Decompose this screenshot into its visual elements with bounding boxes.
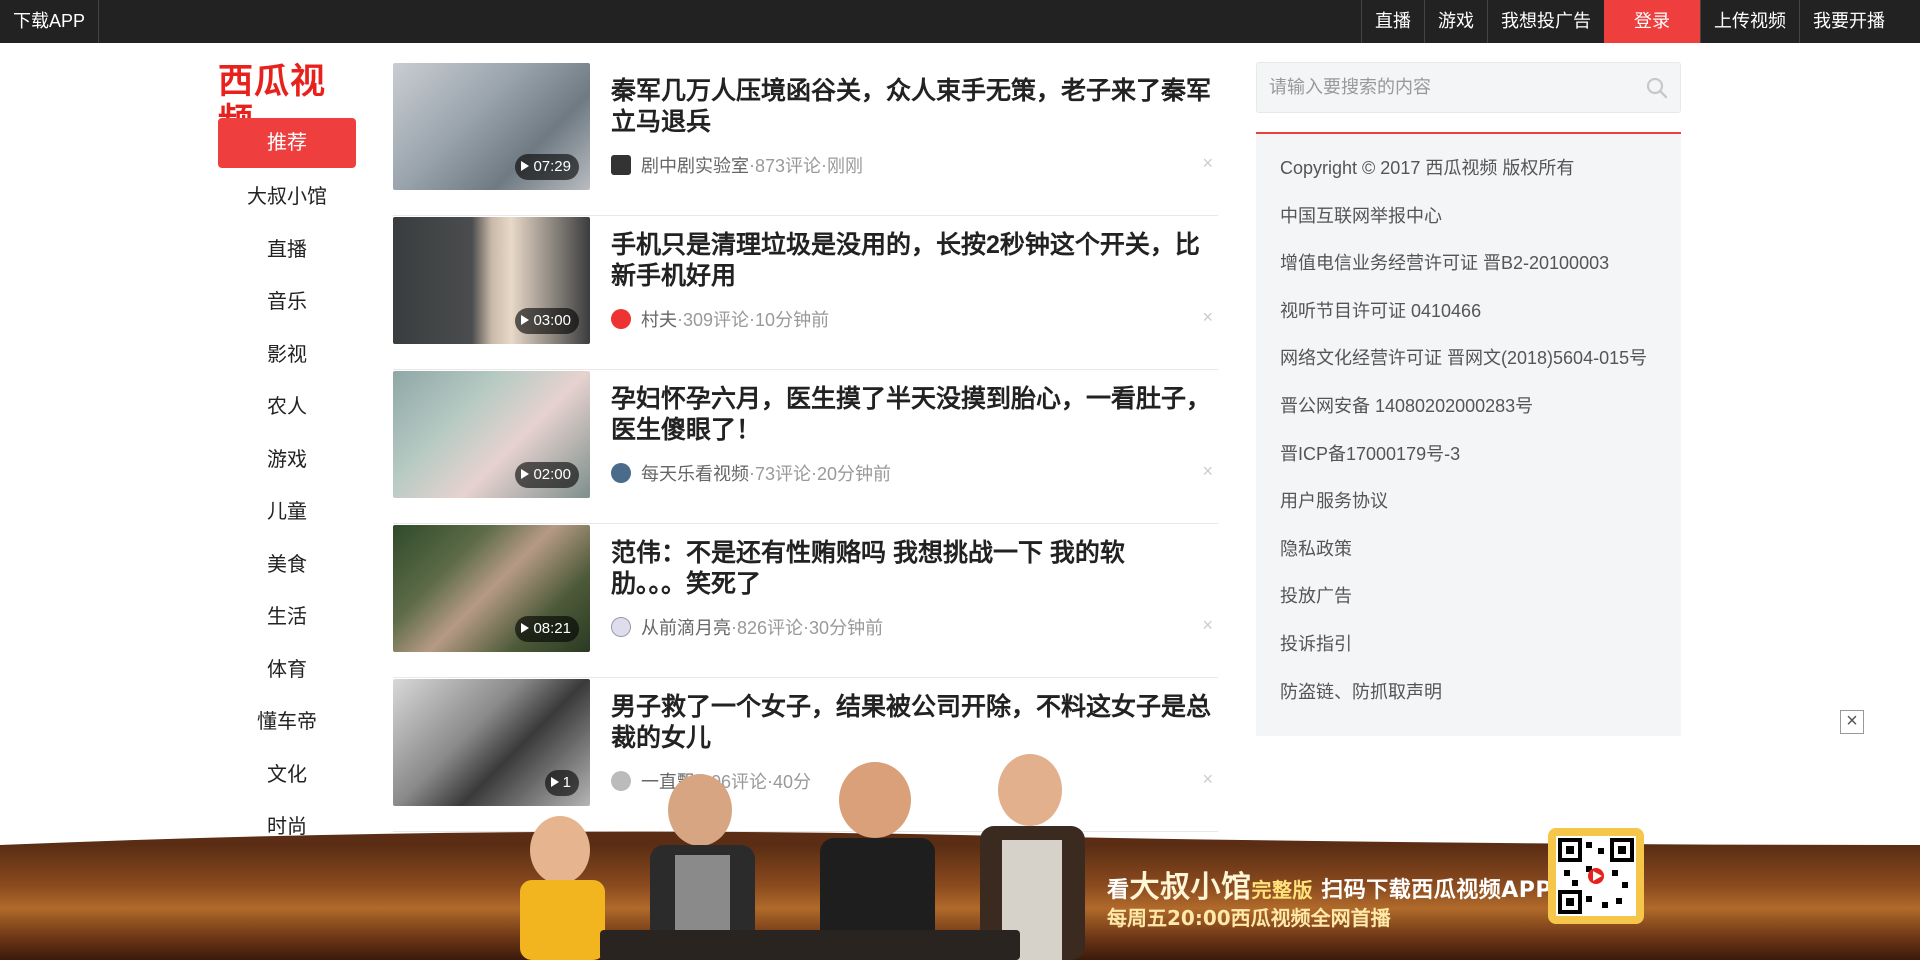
author-avatar[interactable] [611,463,631,483]
publish-time: 30分钟前 [809,618,884,638]
nav-item-sports[interactable]: 体育 [218,644,356,697]
author-name[interactable]: 每天乐看视频 [641,460,749,486]
footer-link-av-license[interactable]: 视听节目许可证 0410466 [1280,299,1681,347]
footer-link-advertise[interactable]: 投放广告 [1280,584,1681,632]
author-avatar[interactable] [611,155,631,175]
live-link[interactable]: 直播 [1361,0,1424,43]
video-meta: 每天乐看视频 · 73评论 · 20分钟前 [611,460,891,486]
duration-badge: 08:21 [515,616,579,642]
publish-time: 10分钟前 [755,310,830,330]
nav-item-kids[interactable]: 儿童 [218,486,356,539]
author-name[interactable]: 剧中剧实验室 [641,152,749,178]
comment-count[interactable]: 309评论 [683,306,749,332]
feed-item[interactable]: 02:00 孕妇怀孕六月，医生摸了半天没摸到胎心，一看肚子，医生傻眼了！ 每天乐… [393,370,1218,524]
comment-count[interactable]: 73评论 [755,460,811,486]
feed-item[interactable]: 08:21 范伟：不是还有性贿赂吗 我想挑战一下 我的软肋。。。笑死了 从前滴月… [393,524,1218,678]
login-button[interactable]: 登录 [1604,0,1700,43]
topbar-left: 下载APP [0,0,100,43]
footer-link-police-record[interactable]: 晋公网安备 14080202000283号 [1280,394,1681,442]
video-thumbnail[interactable]: 08:21 [393,525,590,652]
nav-item-food[interactable]: 美食 [218,539,356,592]
video-meta: 村夫 · 309评论 · 10分钟前 [611,306,829,332]
footer-link-user-agreement[interactable]: 用户服务协议 [1280,489,1681,537]
video-title[interactable]: 孕妇怀孕六月，医生摸了半天没摸到胎心，一看肚子，医生傻眼了！ [611,384,1211,446]
video-title[interactable]: 秦军几万人压境函谷关，众人束手无策，老子来了秦军立马退兵 [611,76,1211,138]
promo-banner[interactable]: 看大叔小馆完整版 扫码下载西瓜视频APP 每周五20:00西瓜视频全网首播 [0,700,1920,960]
footer-link-report-center[interactable]: 中国互联网举报中心 [1280,204,1681,252]
download-qr-code[interactable] [1548,828,1644,924]
video-meta: 从前滴月亮 · 826评论 · 30分钟前 [611,614,883,640]
top-bar: 下载APP 直播 游戏 我想投广告 登录 上传视频 我要开播 [0,0,1920,43]
duration-badge: 03:00 [515,308,579,334]
banner-hosts-illustration [520,754,1085,960]
author-name[interactable]: 村夫 [641,306,677,332]
search-input[interactable] [1257,63,1617,112]
advertise-link[interactable]: 我想投广告 [1487,0,1604,43]
dislike-close-icon[interactable]: × [1202,461,1213,482]
dislike-close-icon[interactable]: × [1202,307,1213,328]
video-thumbnail[interactable]: 02:00 [393,371,590,498]
play-icon [521,161,530,171]
ad-close-button[interactable]: × [1840,710,1864,734]
dislike-close-icon[interactable]: × [1202,615,1213,636]
start-broadcast-link[interactable]: 我要开播 [1799,0,1898,43]
qr-code-icon [1558,838,1634,914]
site-logo[interactable]: 西瓜视频 [218,62,358,142]
feed-item[interactable]: 03:00 手机只是清理垃圾是没用的，长按2秒钟这个开关，比新手机好用 村夫 ·… [393,216,1218,370]
author-avatar[interactable] [611,309,631,329]
banner-headline: 看大叔小馆完整版 扫码下载西瓜视频APP [1107,870,1552,905]
download-app-link[interactable]: 下载APP [0,0,100,43]
nav-item-farmer[interactable]: 农人 [218,381,356,434]
author-avatar[interactable] [611,617,631,637]
nav-item-music[interactable]: 音乐 [218,276,356,329]
nav-item-life[interactable]: 生活 [218,591,356,644]
copyright-text: Copyright © 2017 西瓜视频 版权所有 [1280,158,1575,178]
video-title[interactable]: 范伟：不是还有性贿赂吗 我想挑战一下 我的软肋。。。笑死了 [611,538,1151,600]
footer-link-icp[interactable]: 晋ICP备17000179号-3 [1280,442,1681,490]
footer-link-culture-license[interactable]: 网络文化经营许可证 晋网文(2018)5604-015号 [1280,346,1681,394]
publish-time: 刚刚 [827,156,864,176]
video-thumbnail[interactable]: 07:29 [393,63,590,190]
duration-badge: 07:29 [515,154,579,180]
banner-subline: 每周五20:00西瓜视频全网首播 [1107,906,1391,930]
game-link[interactable]: 游戏 [1424,0,1487,43]
footer-link-telecom-license[interactable]: 增值电信业务经营许可证 晋B2-20100003 [1280,251,1681,299]
nav-item-live[interactable]: 直播 [218,224,356,277]
play-icon [521,623,530,633]
play-icon [521,469,530,479]
comment-count[interactable]: 826评论 [737,614,803,640]
comment-count[interactable]: 873评论 [755,152,821,178]
search-icon[interactable] [1645,76,1669,100]
footer-link-complaint[interactable]: 投诉指引 [1280,632,1681,680]
video-title[interactable]: 手机只是清理垃圾是没用的，长按2秒钟这个开关，比新手机好用 [611,230,1211,292]
nav-item-recommend[interactable]: 推荐 [218,118,356,168]
dislike-close-icon[interactable]: × [1202,153,1213,174]
play-icon [521,315,530,325]
nav-item-film[interactable]: 影视 [218,329,356,382]
site-info-panel: Copyright © 2017 西瓜视频 版权所有 中国互联网举报中心 增值电… [1256,134,1681,736]
publish-time: 20分钟前 [817,464,892,484]
footer-link-privacy[interactable]: 隐私政策 [1280,537,1681,585]
nav-item-dashu-xiaoguan[interactable]: 大叔小馆 [218,171,356,224]
nav-item-game[interactable]: 游戏 [218,434,356,487]
upload-video-link[interactable]: 上传视频 [1700,0,1799,43]
feed-item[interactable]: 07:29 秦军几万人压境函谷关，众人束手无策，老子来了秦军立马退兵 剧中剧实验… [393,62,1218,216]
duration-badge: 02:00 [515,462,579,488]
author-name[interactable]: 从前滴月亮 [641,614,731,640]
video-meta: 剧中剧实验室 · 873评论 · 刚刚 [611,152,863,178]
video-thumbnail[interactable]: 03:00 [393,217,590,344]
topbar-right: 直播 游戏 我想投广告 登录 上传视频 我要开播 [1361,0,1898,43]
search-box [1256,62,1681,113]
